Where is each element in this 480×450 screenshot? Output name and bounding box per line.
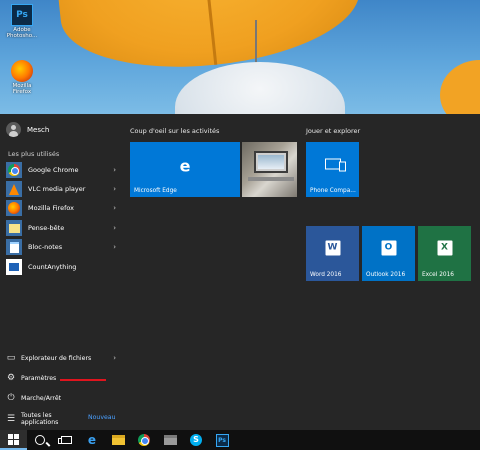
sticky-notes-icon [6, 220, 22, 236]
tile-label: Outlook 2016 [366, 272, 406, 278]
start-button[interactable] [0, 430, 27, 450]
vlc-icon [6, 181, 22, 197]
tile-photos-live[interactable] [242, 142, 297, 197]
chevron-right-icon[interactable]: › [108, 204, 116, 212]
user-name: Mesch [27, 125, 50, 134]
laptop-photo [254, 151, 288, 173]
search-button[interactable] [27, 430, 53, 450]
settings-button[interactable]: ⚙ Paramètres [6, 370, 116, 386]
taskbar-edge[interactable]: e [79, 430, 105, 450]
desktop-icon-firefox[interactable]: Mozilla Firefox [4, 60, 40, 95]
chevron-right-icon[interactable]: › [108, 166, 116, 174]
taskbar-skype[interactable]: S [183, 430, 209, 450]
file-explorer-button[interactable]: ▭ Explorateur de fichiers › [6, 350, 116, 366]
tile-label: Phone Compa... [310, 188, 356, 194]
app-label: Bloc-notes [28, 243, 63, 251]
app-google-chrome[interactable]: Google Chrome › [6, 161, 116, 179]
taskbar: e S Ps [0, 430, 480, 450]
tile-phone-companion[interactable]: Phone Compa... [306, 142, 359, 197]
taskbar-photoshop[interactable]: Ps [209, 430, 235, 450]
taskbar-libraries[interactable] [157, 430, 183, 450]
app-mozilla-firefox[interactable]: Mozilla Firefox › [6, 199, 116, 217]
tile-label: Word 2016 [310, 272, 342, 278]
chevron-right-icon[interactable]: › [108, 185, 116, 193]
wallpaper-umbrella-orange [54, 0, 366, 81]
task-view-icon [57, 436, 72, 444]
phone-companion-icon [324, 158, 346, 172]
excel-icon: X [437, 240, 452, 256]
start-menu: Mesch Les plus utilisés Google Chrome › … [0, 114, 480, 430]
chevron-right-icon[interactable]: › [108, 224, 116, 232]
taskbar-chrome[interactable] [131, 430, 157, 450]
user-account[interactable]: Mesch [6, 122, 49, 137]
outlook-icon: O [381, 240, 396, 256]
wallpaper-umbrella-white [175, 62, 345, 114]
desktop-icon-photoshop[interactable]: Ps Adobe Photosho... [4, 4, 40, 39]
tile-outlook-2016[interactable]: O Outlook 2016 [362, 226, 415, 281]
start-menu-left-pane: Mesch Les plus utilisés Google Chrome › … [0, 114, 120, 430]
firefox-icon [11, 60, 33, 82]
new-badge: Nouveau [88, 414, 116, 421]
desktop-icon-label: Adobe Photosho... [6, 27, 38, 39]
settings-highlight-underline [60, 379, 106, 381]
libraries-icon [163, 435, 177, 445]
windows-logo-icon [8, 433, 19, 445]
file-explorer-label: Explorateur de fichiers [21, 354, 92, 362]
desktop-wallpaper: Ps Adobe Photosho... Mozilla Firefox [0, 0, 480, 114]
app-label: VLC media player [28, 185, 86, 193]
chevron-right-icon[interactable]: › [113, 354, 116, 362]
tile-word-2016[interactable]: W Word 2016 [306, 226, 359, 281]
power-button[interactable]: ⏻ Marche/Arrêt [6, 390, 116, 406]
word-icon: W [325, 240, 340, 256]
group-title-activities: Coup d'oeil sur les activités [130, 127, 220, 135]
tile-label: Excel 2016 [422, 272, 454, 278]
power-icon: ⏻ [7, 393, 15, 403]
app-pense-bete[interactable]: Pense-bête › [6, 219, 116, 237]
avatar [6, 122, 21, 137]
folder-icon [111, 435, 125, 445]
tile-label: Microsoft Edge [134, 188, 177, 194]
chrome-icon [6, 162, 22, 178]
countanything-icon [6, 259, 22, 275]
most-used-title: Les plus utilisés [8, 150, 60, 158]
edge-icon: e [87, 433, 97, 447]
taskbar-file-explorer[interactable] [105, 430, 131, 450]
search-icon [35, 435, 45, 445]
tile-microsoft-edge[interactable]: e Microsoft Edge [130, 142, 240, 197]
photoshop-icon: Ps [11, 4, 33, 26]
photoshop-icon: Ps [215, 433, 229, 447]
app-countanything[interactable]: CountAnything [6, 258, 116, 276]
desktop-icon-label: Mozilla Firefox [12, 83, 32, 95]
group-title-explore: Jouer et explorer [306, 127, 361, 135]
app-bloc-notes[interactable]: Bloc-notes › [6, 238, 116, 256]
tile-excel-2016[interactable]: X Excel 2016 [418, 226, 471, 281]
notepad-icon [6, 239, 22, 255]
wallpaper-umbrella-orange-right [440, 60, 480, 114]
skype-icon: S [190, 434, 202, 446]
task-view-button[interactable] [53, 430, 79, 450]
edge-icon: e [179, 156, 191, 176]
firefox-icon [6, 200, 22, 216]
app-label: Pense-bête [28, 224, 65, 232]
chevron-right-icon[interactable]: › [108, 243, 116, 251]
list-icon: ☰ [6, 414, 16, 424]
app-label: Mozilla Firefox [28, 204, 74, 212]
app-label: CountAnything [28, 263, 77, 271]
app-vlc-media-player[interactable]: VLC media player › [6, 180, 116, 198]
power-label: Marche/Arrêt [21, 394, 62, 402]
app-label: Google Chrome [28, 166, 79, 174]
gear-icon: ⚙ [6, 373, 16, 383]
folder-icon: ▭ [6, 353, 16, 363]
chrome-icon [138, 434, 150, 446]
